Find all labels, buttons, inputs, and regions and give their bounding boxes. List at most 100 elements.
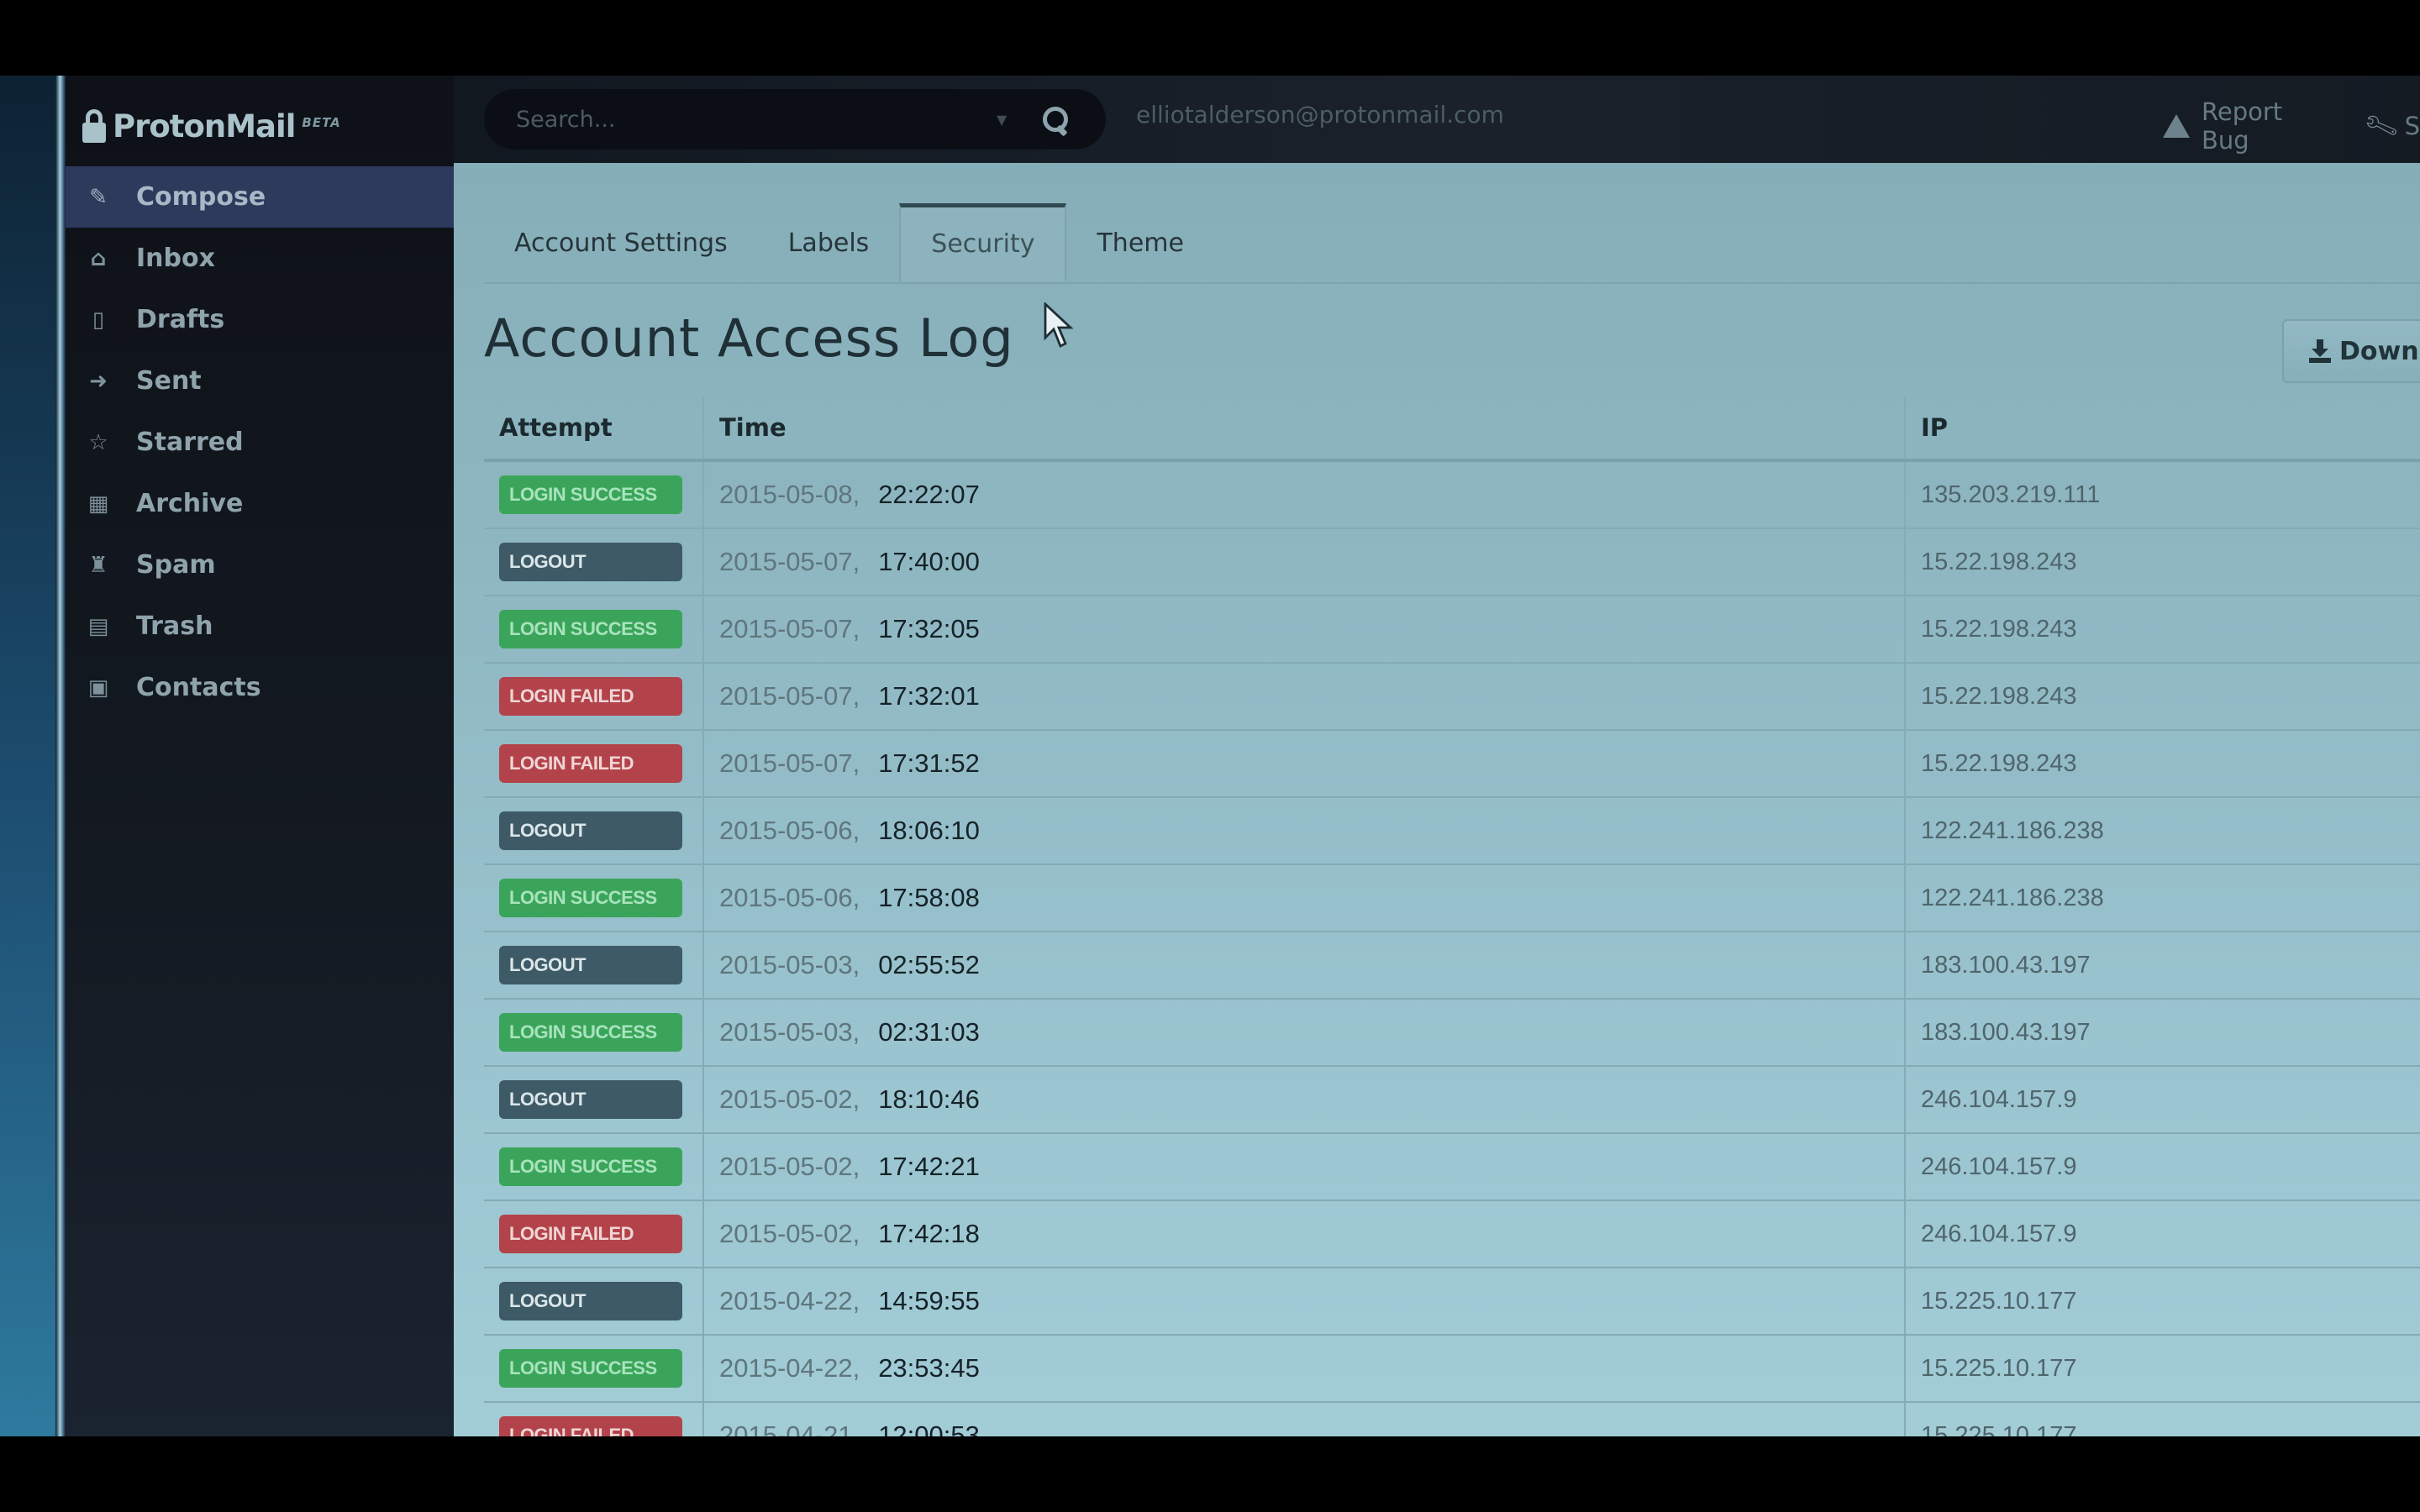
tab-account-settings[interactable]: Account Settings bbox=[484, 203, 758, 282]
table-row: LOGOUT 2015-05-06, 18:06:10 122.241.186.238 bbox=[484, 797, 2420, 865]
sidebar-item-starred[interactable]: ☆ Starred bbox=[66, 412, 454, 473]
attempt-cell: LOGOUT bbox=[484, 797, 704, 865]
sidebar-item-label: Trash bbox=[136, 612, 213, 641]
column-header-attempt[interactable]: Attempt bbox=[484, 396, 704, 462]
ip-cell: 15.22.198.243 bbox=[1905, 663, 2420, 731]
sidebar-nav: ✎ Compose ⌂ Inbox ▯ Drafts ➜ Sent ☆ Starred ▦ Archi… bbox=[66, 166, 454, 718]
report-bug-link[interactable]: Report Bug bbox=[2202, 97, 2332, 155]
column-header-ip[interactable]: IP bbox=[1905, 396, 2420, 462]
search-options-caret-icon[interactable]: ▼ bbox=[997, 112, 1007, 128]
sidebar-item-compose[interactable]: ✎ Compose bbox=[66, 166, 454, 228]
trash-icon: ▤ bbox=[87, 613, 109, 639]
sidebar-item-label: Compose bbox=[136, 182, 266, 212]
time-cell: 2015-05-03, 02:31:03 bbox=[703, 999, 1906, 1067]
search-icon[interactable] bbox=[1040, 105, 1069, 137]
date-text: 2015-05-03, bbox=[719, 950, 860, 979]
status-badge: LOGIN SUCCESS bbox=[499, 879, 682, 917]
brand-logo[interactable]: ProtonMail BETA bbox=[82, 101, 341, 151]
search-box: ▼ bbox=[484, 89, 1106, 150]
time-text: 18:06:10 bbox=[878, 816, 980, 845]
time-cell: 2015-05-03, 02:55:52 bbox=[703, 932, 1906, 1000]
time-cell: 2015-05-07, 17:31:52 bbox=[703, 730, 1906, 798]
sidebar-item-label: Contacts bbox=[136, 673, 261, 702]
letterbox-bottom bbox=[0, 1436, 2420, 1512]
attempt-cell: LOGOUT bbox=[484, 1066, 704, 1134]
ip-cell: 15.225.10.177 bbox=[1905, 1402, 2420, 1436]
time-cell: 2015-04-21, 12:00:53 bbox=[703, 1402, 1906, 1436]
letterbox-top bbox=[0, 0, 2420, 76]
sidebar-item-label: Spam bbox=[136, 550, 216, 580]
inbox-icon: ⌂ bbox=[90, 245, 107, 271]
date-text: 2015-05-02, bbox=[719, 1219, 860, 1248]
sidebar-item-trash[interactable]: ▤ Trash bbox=[66, 596, 454, 657]
sidebar: ProtonMail BETA ✎ Compose ⌂ Inbox ▯ Drafts ➜ Se… bbox=[66, 76, 454, 1436]
time-text: 17:32:01 bbox=[878, 681, 980, 711]
ip-cell: 246.104.157.9 bbox=[1905, 1066, 2420, 1134]
search-input[interactable] bbox=[514, 105, 988, 134]
status-badge: LOGOUT bbox=[499, 946, 682, 984]
status-badge: LOGIN FAILED bbox=[499, 1416, 682, 1436]
tab-theme[interactable]: Theme bbox=[1066, 203, 1213, 282]
attempt-cell: LOGIN SUCCESS bbox=[484, 1335, 704, 1403]
table-row: LOGIN SUCCESS 2015-05-08, 22:22:07 135.203.… bbox=[484, 460, 2420, 529]
status-badge: LOGOUT bbox=[499, 1282, 682, 1320]
attempt-cell: LOGIN SUCCESS bbox=[484, 999, 704, 1067]
ip-cell: 183.100.43.197 bbox=[1905, 932, 2420, 1000]
date-text: 2015-05-08, bbox=[719, 480, 860, 509]
pencil-icon: ✎ bbox=[89, 184, 108, 210]
status-badge: LOGOUT bbox=[499, 1080, 682, 1119]
sidebar-item-spam[interactable]: ♜ Spam bbox=[66, 534, 454, 596]
attempt-cell: LOGIN SUCCESS bbox=[484, 864, 704, 932]
sidebar-item-contacts[interactable]: ▣ Contacts bbox=[66, 657, 454, 718]
status-badge: LOGIN SUCCESS bbox=[499, 610, 682, 648]
table-row: LOGIN SUCCESS 2015-05-03, 02:31:03 183.100.… bbox=[484, 999, 2420, 1067]
brand-name: ProtonMail bbox=[113, 108, 296, 144]
time-text: 17:31:52 bbox=[878, 748, 980, 778]
attempt-cell: LOGIN SUCCESS bbox=[484, 460, 704, 529]
archive-icon: ▦ bbox=[87, 491, 109, 517]
ip-cell: 122.241.186.238 bbox=[1905, 864, 2420, 932]
wrench-icon[interactable]: 🔧︎ bbox=[2362, 107, 2402, 145]
time-cell: 2015-05-06, 18:06:10 bbox=[703, 797, 1906, 865]
status-badge: LOGIN FAILED bbox=[499, 744, 682, 783]
ip-cell: 15.22.198.243 bbox=[1905, 596, 2420, 664]
sidebar-item-archive[interactable]: ▦ Archive bbox=[66, 473, 454, 534]
date-text: 2015-05-02, bbox=[719, 1152, 860, 1181]
sidebar-item-drafts[interactable]: ▯ Drafts bbox=[66, 289, 454, 350]
date-text: 2015-05-07, bbox=[719, 681, 860, 711]
address-book-icon: ▣ bbox=[87, 675, 109, 701]
time-text: 22:22:07 bbox=[878, 480, 980, 509]
attempt-cell: LOGIN FAILED bbox=[484, 1200, 704, 1268]
attempt-cell: LOGIN FAILED bbox=[484, 730, 704, 798]
attempt-cell: LOGOUT bbox=[484, 528, 704, 596]
download-button[interactable]: Downl bbox=[2282, 319, 2420, 383]
attempt-cell: LOGIN FAILED bbox=[484, 663, 704, 731]
sidebar-item-label: Archive bbox=[136, 489, 244, 518]
column-header-time[interactable]: Time bbox=[703, 396, 1906, 462]
tab-labels[interactable]: Labels bbox=[758, 203, 900, 282]
sidebar-item-inbox[interactable]: ⌂ Inbox bbox=[66, 228, 454, 289]
ip-cell: 246.104.157.9 bbox=[1905, 1133, 2420, 1201]
main-content: Account Settings Labels Security Theme Acco… bbox=[454, 163, 2420, 1436]
status-badge: LOGIN SUCCESS bbox=[499, 1147, 682, 1186]
date-text: 2015-05-07, bbox=[719, 547, 860, 576]
date-text: 2015-05-06, bbox=[719, 816, 860, 845]
top-bar: ▼ elliotalderson@protonmail.com Report B… bbox=[454, 76, 2420, 163]
download-label: Downl bbox=[2339, 336, 2420, 366]
sidebar-item-sent[interactable]: ➜ Sent bbox=[66, 350, 454, 412]
date-text: 2015-04-22, bbox=[719, 1353, 860, 1383]
settings-link[interactable]: S bbox=[2405, 112, 2420, 140]
time-text: 02:55:52 bbox=[878, 950, 980, 979]
ip-cell: 122.241.186.238 bbox=[1905, 797, 2420, 865]
top-right-actions: Report Bug 🔧︎ S bbox=[2163, 97, 2420, 155]
table-row: LOGOUT 2015-05-02, 18:10:46 246.104.157.9 bbox=[484, 1066, 2420, 1134]
sidebar-item-label: Drafts bbox=[136, 305, 225, 334]
table-row: LOGIN SUCCESS 2015-04-22, 23:53:45 15.225.1… bbox=[484, 1335, 2420, 1403]
table-header-row: Attempt Time IP bbox=[484, 396, 2420, 462]
time-cell: 2015-05-07, 17:40:00 bbox=[703, 528, 1906, 596]
tab-security[interactable]: Security bbox=[899, 203, 1067, 282]
time-text: 23:53:45 bbox=[878, 1353, 980, 1383]
attempt-cell: LOGIN SUCCESS bbox=[484, 596, 704, 664]
sign-out-icon: ➜ bbox=[89, 368, 108, 394]
ip-cell: 15.225.10.177 bbox=[1905, 1268, 2420, 1336]
